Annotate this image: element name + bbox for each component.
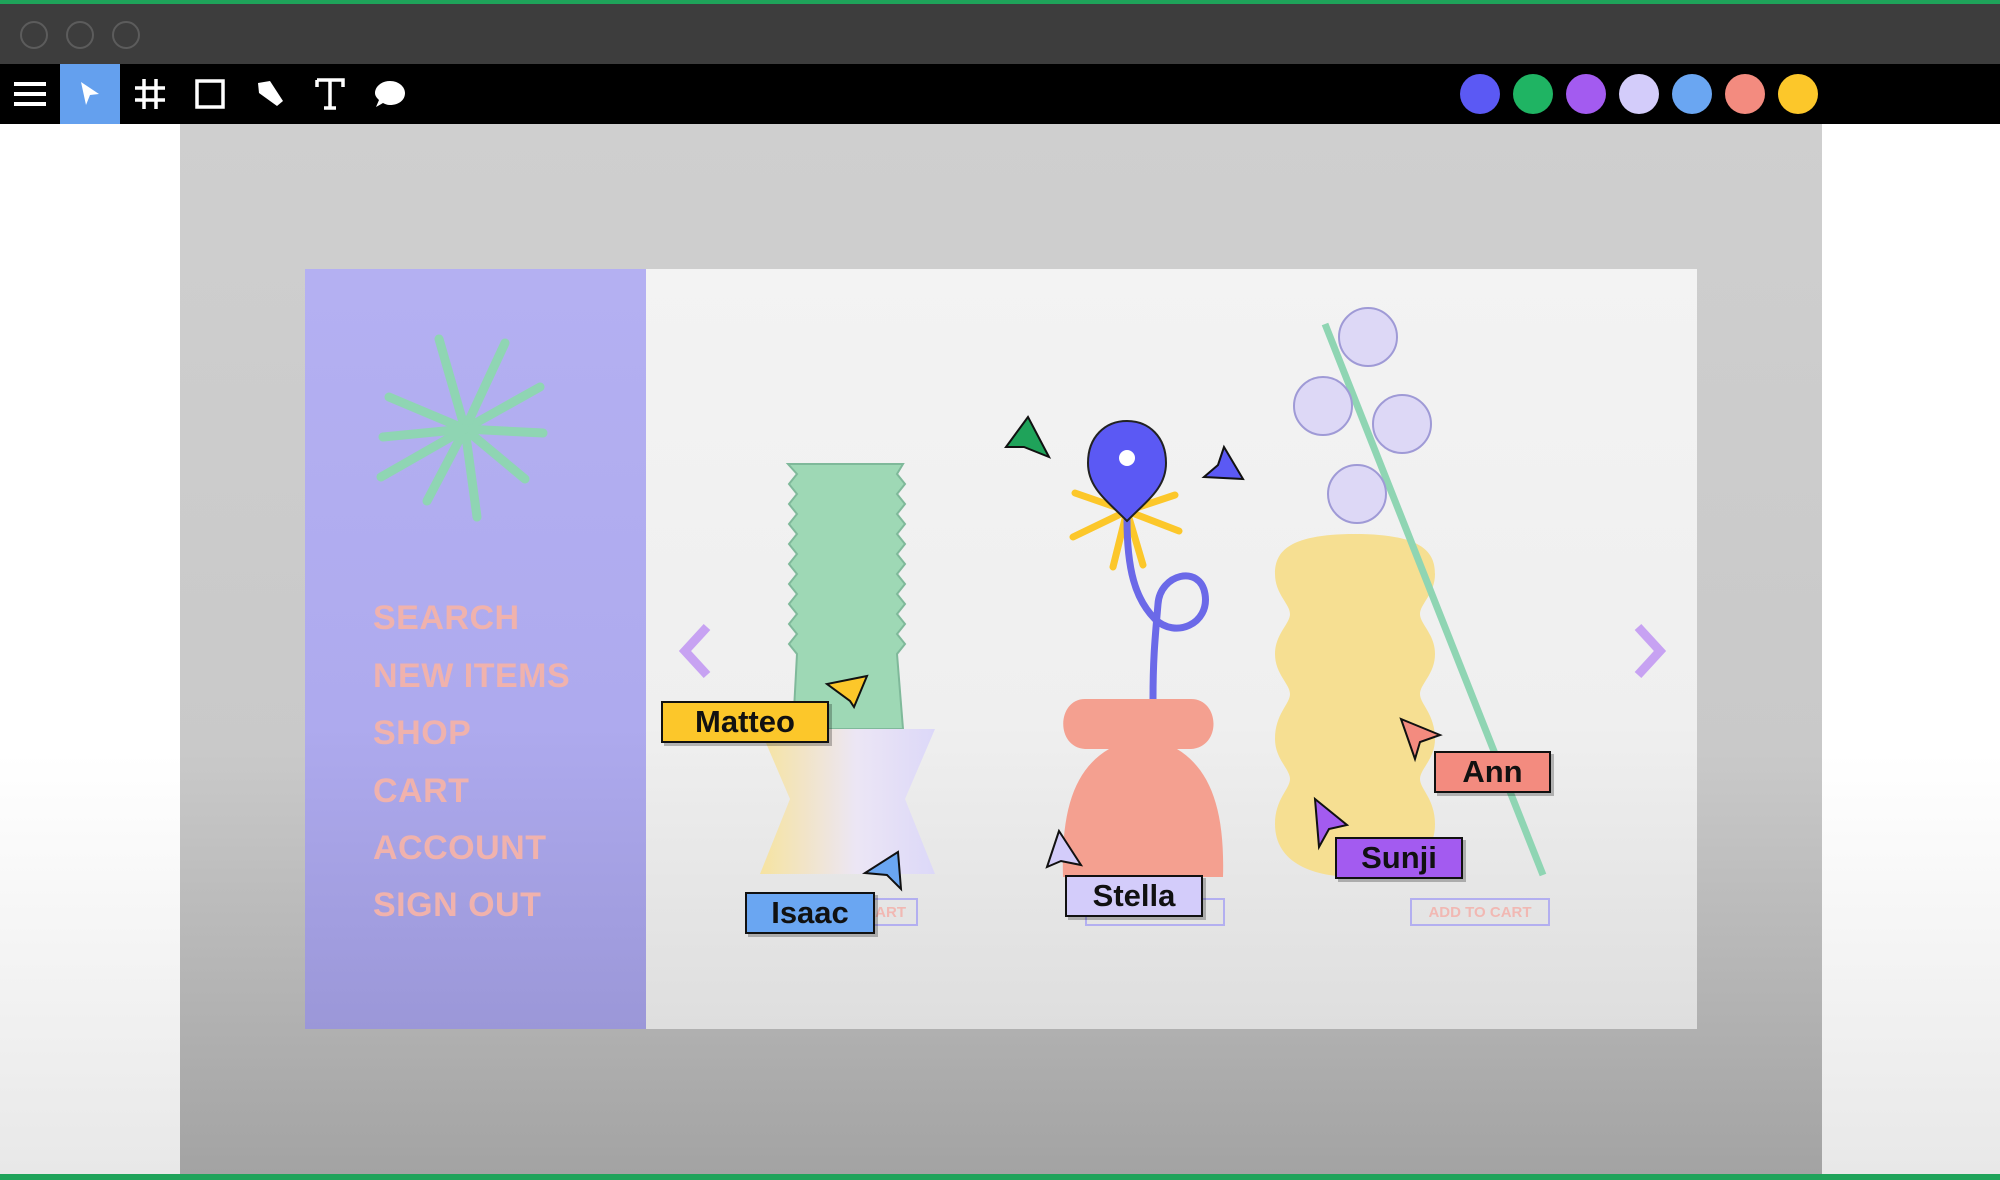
- text-t-icon: [315, 78, 345, 110]
- comment-tool-button[interactable]: [360, 64, 420, 124]
- window-bottom-border: [0, 1174, 2000, 1180]
- green-cursor-icon: [1004, 415, 1052, 459]
- artboard-shop-page[interactable]: SEARCH NEW ITEMS SHOP CART ACCOUNT SIGN …: [305, 269, 1697, 1029]
- text-tool-button[interactable]: [300, 64, 360, 124]
- collaborator-tag-sunji: Sunji: [1335, 837, 1463, 879]
- speech-bubble-icon: [375, 81, 405, 107]
- color-swatch-lavender[interactable]: [1619, 74, 1659, 114]
- collaborator-cursors: [824, 415, 1443, 892]
- square-icon: [195, 79, 225, 109]
- blue-cursor-icon: [1201, 444, 1245, 481]
- canvas-margin-right: [1822, 124, 2000, 1174]
- move-tool-button[interactable]: [60, 64, 120, 124]
- pen-tool-button[interactable]: [240, 64, 300, 124]
- collaborator-tag-isaac: Isaac: [745, 892, 875, 934]
- rectangle-tool-button[interactable]: [180, 64, 240, 124]
- window-close-button[interactable]: [20, 21, 48, 49]
- canvas-margin-left: [0, 124, 180, 1174]
- color-swatch-yellow[interactable]: [1778, 74, 1818, 114]
- window-minimize-button[interactable]: [66, 21, 94, 49]
- stella-cursor-icon: [1045, 828, 1084, 869]
- collaborator-tag-stella: Stella: [1065, 875, 1203, 917]
- collaborator-tag-ann: Ann: [1434, 751, 1551, 793]
- main-menu-button[interactable]: [0, 64, 60, 124]
- color-swatch-green[interactable]: [1513, 74, 1553, 114]
- matteo-cursor-icon: [824, 674, 869, 710]
- title-bar: [0, 4, 2000, 64]
- color-swatch-blue[interactable]: [1460, 74, 1500, 114]
- pen-nib-icon: [258, 81, 283, 106]
- cursor-arrow-icon: [81, 82, 99, 105]
- collaborator-tag-matteo: Matteo: [661, 701, 829, 743]
- color-swatch-light-blue[interactable]: [1672, 74, 1712, 114]
- color-swatch-purple[interactable]: [1566, 74, 1606, 114]
- hash-frame-icon: [135, 79, 165, 109]
- window-zoom-button[interactable]: [112, 21, 140, 49]
- frame-tool-button[interactable]: [120, 64, 180, 124]
- isaac-cursor-icon: [861, 850, 903, 892]
- toolbar: [0, 64, 2000, 124]
- hamburger-menu-icon: [14, 82, 46, 106]
- color-swatch-salmon[interactable]: [1725, 74, 1765, 114]
